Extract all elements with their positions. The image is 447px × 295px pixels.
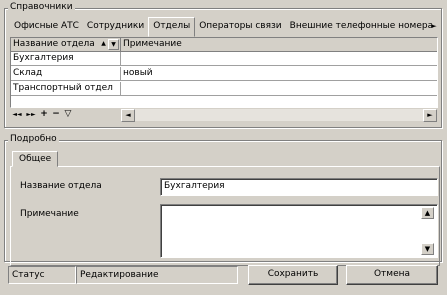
save-button[interactable]: Сохранить (248, 265, 338, 285)
tab-office-pbx[interactable]: Офисные АТС (10, 18, 83, 36)
column-header-note[interactable]: Примечание (121, 38, 437, 52)
cell-note[interactable] (121, 82, 437, 96)
department-name-label: Название отдела (20, 181, 102, 191)
delete-record-button[interactable]: − (50, 109, 62, 120)
table-row[interactable]: Транспортный отдел (11, 82, 437, 96)
table-row[interactable]: Склад новый (11, 67, 437, 81)
cell-name[interactable]: Склад (11, 67, 121, 81)
tab-general[interactable]: Общее (12, 151, 59, 167)
note-label: Примечание (20, 209, 79, 219)
horizontal-scrollbar[interactable]: ◄ ► (120, 108, 438, 122)
grid-navigator: ◄◄ ►► + − ▽ ◄ ► (10, 108, 438, 122)
status-label: Статус (8, 266, 76, 284)
cell-note[interactable]: новый (121, 67, 437, 81)
add-record-button[interactable]: + (38, 109, 50, 120)
scroll-left-icon[interactable]: ◄ (121, 109, 135, 122)
note-scroll-up-icon[interactable]: ▲ (421, 207, 434, 219)
cell-note[interactable] (121, 52, 437, 66)
column-header-name-label: Название отдела (13, 39, 95, 49)
grid-header: Название отдела ▲ ▼ Примечание (11, 38, 437, 52)
department-name-field[interactable]: Бухгалтерия (160, 178, 438, 196)
tab-employees[interactable]: Сотрудники (83, 18, 148, 36)
directory-tabs: Офисные АТС Сотрудники Отделы Операторы … (10, 17, 437, 37)
tab-departments[interactable]: Отделы (148, 17, 196, 37)
column-dropdown-icon[interactable]: ▼ (108, 39, 119, 50)
tab-scroll-right-icon[interactable]: ► (429, 20, 439, 32)
first-record-icon[interactable]: ◄◄ (10, 109, 24, 120)
details-group-title: Подробно (8, 134, 59, 144)
note-scroll-down-icon[interactable]: ▼ (421, 243, 434, 255)
note-textarea[interactable] (160, 204, 438, 258)
cell-name[interactable]: Бухгалтерия (11, 52, 121, 66)
cell-name[interactable]: Транспортный отдел (11, 82, 121, 96)
cancel-button[interactable]: Отмена (346, 265, 438, 285)
column-header-note-label: Примечание (123, 39, 182, 49)
filter-icon[interactable]: ▽ (62, 109, 74, 120)
tab-operators[interactable]: Операторы связи (195, 18, 285, 36)
last-record-icon[interactable]: ►► (24, 109, 38, 120)
directory-group-title: Справочники (8, 2, 75, 12)
scroll-right-icon[interactable]: ► (423, 109, 437, 122)
table-row[interactable]: Бухгалтерия (11, 52, 437, 66)
status-value: Редактирование (76, 266, 238, 284)
tab-external-numbers[interactable]: Внешние телефонные номера (286, 18, 437, 36)
departments-grid: Название отдела ▲ ▼ Примечание Бухгалтер… (10, 37, 438, 108)
